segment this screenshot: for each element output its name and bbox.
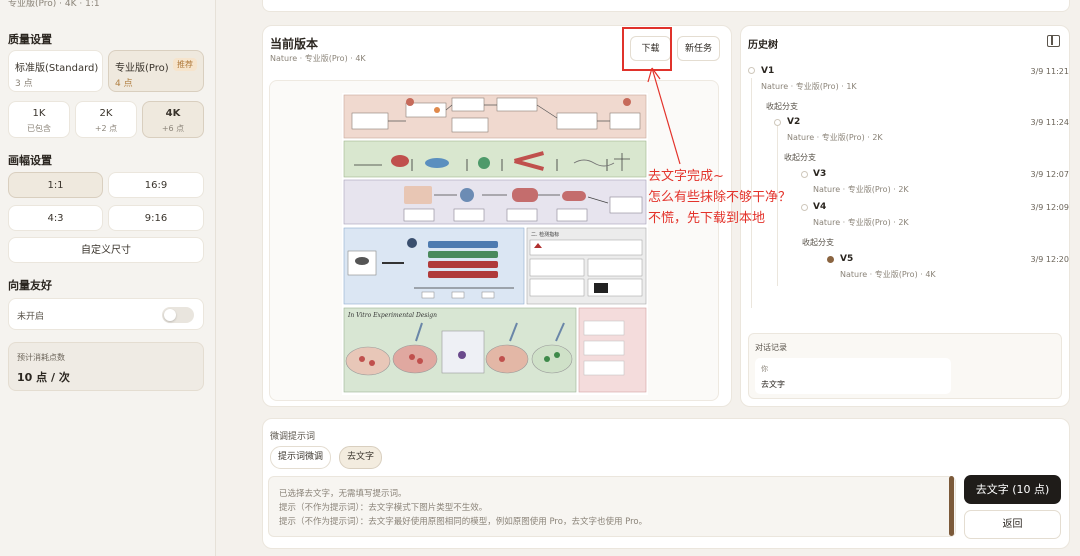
textarea-scrollbar[interactable] (949, 476, 954, 536)
version-dot (801, 204, 808, 211)
resolution-1k-sub: 已包含 (27, 124, 51, 133)
aspect-1-1-option[interactable]: 1:1 (8, 172, 103, 198)
version-v3-time: 3/9 12:07 (1030, 170, 1069, 179)
annotation-line: 不慌，先下载到本地 (648, 211, 766, 226)
version-v1-name[interactable]: V1 (761, 66, 774, 76)
quality-standard-cost: 3 点 (15, 79, 33, 89)
current-version-subtitle: Nature · 专业版(Pro) · 4K (270, 54, 366, 63)
collapse-branch-toggle[interactable]: 收起分支 (784, 152, 816, 163)
quality-pro-label: 专业版(Pro) (115, 63, 169, 74)
remove-text-submit-button[interactable]: 去文字 (10 点) (964, 475, 1061, 504)
resolution-4k-label: 4K (165, 108, 181, 119)
annotation-arrow-icon (647, 67, 681, 165)
chat-history-box: 对话记录 你 去文字 (748, 333, 1062, 399)
tree-line (777, 126, 778, 286)
version-v4-name[interactable]: V4 (813, 202, 826, 212)
aspect-9-16-option[interactable]: 9:16 (108, 205, 204, 231)
estimated-cost-value: 10 点 / 次 (17, 371, 70, 384)
quality-settings-title: 质量设置 (8, 33, 52, 46)
aspect-4-3-option[interactable]: 4:3 (8, 205, 103, 231)
collapse-branch-toggle[interactable]: 收起分支 (766, 101, 798, 112)
figure-section-label: In Vitro Experimental Design (347, 312, 437, 319)
chat-message: 你 去文字 (755, 358, 951, 394)
back-button[interactable]: 返回 (964, 510, 1061, 539)
prompt-hint-line: 已选择去文字，无需填写提示词。 (279, 489, 407, 499)
chip-remove-text[interactable]: 去文字 (339, 446, 383, 469)
toggle-knob (164, 309, 176, 321)
version-v4-meta: Nature · 专业版(Pro) · 2K (813, 218, 909, 227)
version-v1-meta: Nature · 专业版(Pro) · 1K (761, 82, 857, 91)
figure-panel-label: 二. 检测指标 (531, 231, 559, 238)
quality-pro-cost: 4 点 (115, 79, 133, 89)
version-dot (748, 67, 755, 74)
chat-history-label: 对话记录 (755, 343, 787, 352)
chip-prompt-tune[interactable]: 提示词微调 (270, 446, 332, 469)
quality-standard-option[interactable]: 标准版(Standard) 3 点 (8, 50, 103, 92)
quality-pro-option[interactable]: 专业版(Pro) 推荐 4 点 (108, 50, 204, 92)
version-dot (774, 119, 781, 126)
resolution-2k-option[interactable]: 2K +2 点 (75, 101, 137, 138)
prompt-textarea[interactable]: 已选择去文字，无需填写提示词。 提示（不作为提示词）：去文字模式下图片类型不生效… (268, 476, 956, 537)
version-v5-meta: Nature · 专业版(Pro) · 4K (840, 270, 936, 279)
version-dot (801, 171, 808, 178)
aspect-settings-title: 画幅设置 (8, 154, 52, 167)
vector-friendly-state: 未开启 (17, 312, 45, 322)
chat-message-text: 去文字 (761, 380, 785, 389)
history-tree-title: 历史树 (748, 40, 778, 51)
resolution-2k-sub: +2 点 (94, 124, 118, 133)
recommended-badge: 推荐 (173, 58, 197, 71)
collapse-branch-toggle[interactable]: 收起分支 (802, 237, 834, 248)
current-version-dot (827, 256, 834, 263)
aspect-16-9-option[interactable]: 16:9 (108, 172, 204, 198)
version-v1-time: 3/9 11:21 (1030, 67, 1069, 76)
top-strip (262, 0, 1070, 12)
resolution-1k-label: 1K (32, 108, 46, 119)
version-v3-name[interactable]: V3 (813, 169, 826, 179)
custom-size-button[interactable]: 自定义尺寸 (8, 237, 204, 263)
chat-sender: 你 (761, 365, 768, 373)
settings-breadcrumb: 专业版(Pro) · 4K · 1:1 (8, 0, 100, 9)
prompt-hint-line: 提示（不作为提示词）：去文字最好使用原图相同的模型，例如原图使用 Pro，去文字… (279, 517, 648, 527)
resolution-1k-option[interactable]: 1K 已包含 (8, 101, 70, 138)
version-v2-name[interactable]: V2 (787, 117, 800, 127)
quality-standard-label: 标准版(Standard) (15, 63, 99, 74)
vector-friendly-row: 未开启 (8, 298, 204, 330)
version-v5-name[interactable]: V5 (840, 254, 853, 264)
prompt-panel-label: 微调提示词 (270, 432, 316, 442)
vector-friendly-title: 向量友好 (8, 279, 52, 292)
settings-panel: 专业版(Pro) · 4K · 1:1 质量设置 标准版(Standard) 3… (0, 0, 216, 556)
resolution-4k-sub: +6 点 (161, 124, 185, 133)
annotation-line: 去文字完成~ (648, 169, 724, 184)
version-v3-meta: Nature · 专业版(Pro) · 2K (813, 185, 909, 194)
collapse-panel-icon[interactable] (1047, 35, 1060, 47)
version-v5-time: 3/9 12:20 (1030, 255, 1069, 264)
new-task-button[interactable]: 新任务 (677, 36, 720, 61)
resolution-4k-option[interactable]: 4K +6 点 (142, 101, 204, 138)
version-v4-time: 3/9 12:09 (1030, 203, 1069, 212)
annotation-line: 怎么有些抹除不够干净？ (648, 190, 792, 205)
estimated-cost-label: 预计消耗点数 (17, 353, 65, 362)
current-version-title: 当前版本 (270, 37, 319, 51)
vector-friendly-toggle[interactable] (162, 307, 194, 323)
estimated-cost-card: 预计消耗点数 10 点 / 次 (8, 342, 204, 391)
version-v2-time: 3/9 11:24 (1030, 118, 1069, 127)
resolution-2k-label: 2K (99, 108, 113, 119)
result-figure-image[interactable]: 二. 检测指标 In Vitro Experimental Design (342, 93, 648, 395)
version-v2-meta: Nature · 专业版(Pro) · 2K (787, 133, 883, 142)
prompt-hint-line: 提示（不作为提示词）：去文字模式下图片类型不生效。 (279, 503, 488, 513)
